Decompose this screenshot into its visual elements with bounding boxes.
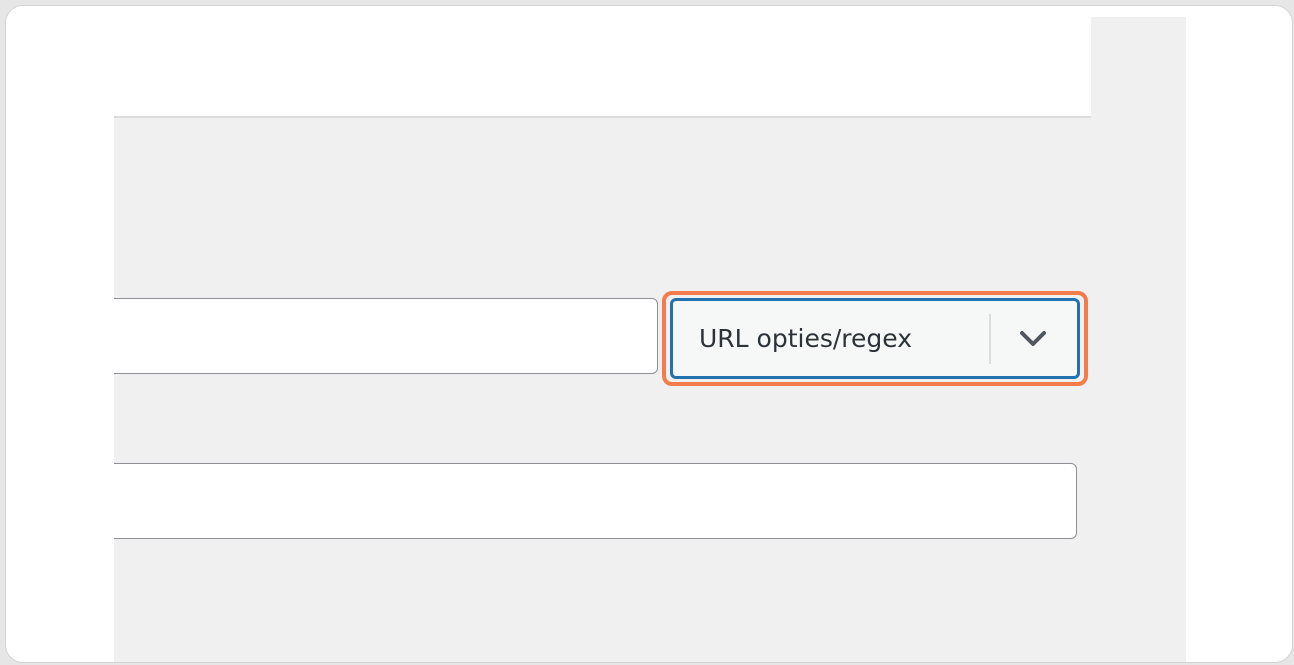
admin-content-area: URL opties/regex <box>114 17 1186 662</box>
target-url-input[interactable] <box>114 463 1077 539</box>
url-options-select-value: URL opties/regex <box>699 324 913 353</box>
screenshot-frame: URL opties/regex <box>5 5 1293 663</box>
url-options-select[interactable]: URL opties/regex <box>670 298 1080 379</box>
header-panel <box>114 17 1091 118</box>
chevron-down-icon[interactable] <box>991 301 1075 377</box>
source-url-input[interactable] <box>114 298 658 374</box>
